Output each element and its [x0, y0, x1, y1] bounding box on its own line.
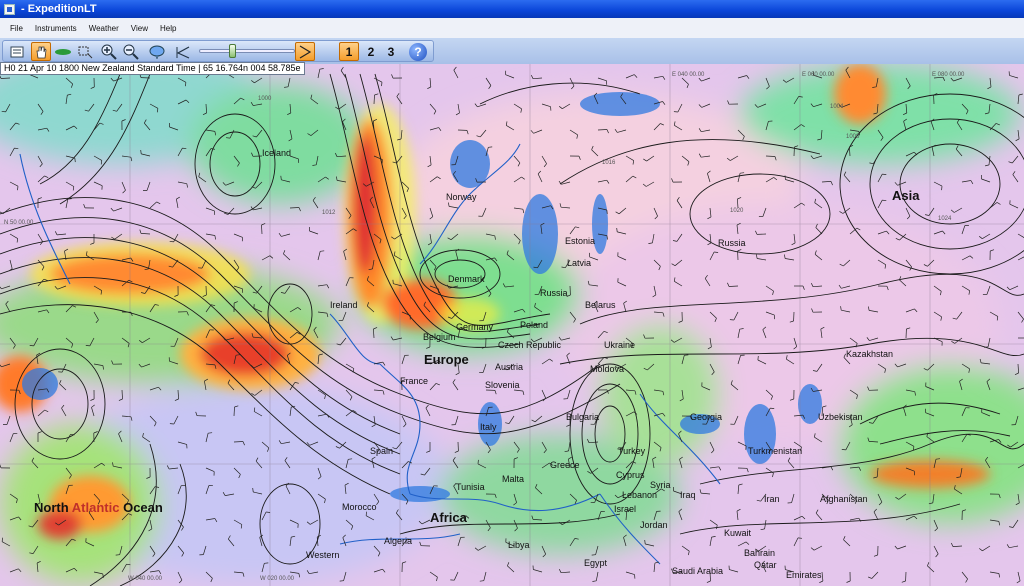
tab-3[interactable]: 3: [381, 42, 401, 61]
ocean-label-part1: North: [34, 500, 72, 515]
place-western: Western: [306, 550, 340, 560]
place-kuwait: Kuwait: [724, 528, 752, 538]
help-icon[interactable]: ?: [409, 43, 427, 61]
menu-view[interactable]: View: [131, 24, 148, 33]
place-kazakhstan: Kazakhstan: [846, 349, 894, 359]
place-slovenia: Slovenia: [485, 380, 520, 390]
isobar-label: 1024: [938, 216, 952, 222]
place-russia: Russia: [718, 238, 746, 248]
tab-1[interactable]: 1: [339, 42, 359, 61]
isobar-label: 1012: [322, 210, 336, 216]
zoom-out-icon[interactable]: [121, 42, 141, 61]
place-italy: Italy: [480, 422, 497, 432]
place-iceland: Iceland: [262, 148, 292, 158]
place-israel: Israel: [614, 504, 637, 514]
isobar-label: 1016: [602, 160, 616, 166]
zoom-in-icon[interactable]: [99, 42, 119, 61]
isobar-label: 1000: [258, 96, 272, 102]
place-iran: Iran: [764, 494, 780, 504]
place-denmark: Denmark: [448, 274, 485, 284]
place-turkey: Turkey: [618, 446, 646, 456]
grid-label-e60: E 060 00.00: [802, 72, 835, 78]
time-slider-track[interactable]: [199, 49, 295, 53]
place-qatar: Qatar: [754, 560, 777, 570]
place-cyprus: Cyprus: [616, 470, 645, 480]
place-emirates: Emirates: [786, 570, 822, 580]
hand-icon[interactable]: [31, 42, 51, 61]
title-bar: - ExpeditionLT: [0, 0, 1024, 18]
place-austria: Austria: [495, 362, 524, 372]
app-icon: [4, 3, 15, 15]
cloud-icon[interactable]: [147, 42, 167, 61]
place-norway: Norway: [446, 192, 477, 202]
place-afghanistan: Afghanistan: [820, 494, 868, 504]
place-egypt: Egypt: [584, 558, 608, 568]
place-france: France: [400, 376, 429, 386]
grid-label-w40: W 040 00.00: [128, 576, 163, 582]
list-icon[interactable]: [7, 42, 27, 61]
place-saudi-arabia: Saudi Arabia: [672, 566, 724, 576]
place-morocco: Morocco: [342, 502, 377, 512]
menu-file[interactable]: File: [10, 24, 23, 33]
place-latvia: Latvia: [567, 258, 592, 268]
place-belgium: Belgium: [423, 332, 456, 342]
place-russia-west: Russia: [540, 288, 568, 298]
place-estonia: Estonia: [565, 236, 596, 246]
menu-weather[interactable]: Weather: [89, 24, 119, 33]
place-greece: Greece: [550, 460, 580, 470]
boat-icon[interactable]: [53, 42, 73, 61]
place-lebanon: Lebanon: [622, 490, 658, 500]
place-tunisia: Tunisia: [456, 482, 485, 492]
menu-help[interactable]: Help: [160, 24, 176, 33]
isobar-label: 1008: [846, 134, 860, 140]
place-belarus: Belarus: [585, 300, 616, 310]
tool-strip: 1 2 3 ?: [2, 40, 434, 62]
place-iraq: Iraq: [680, 490, 696, 500]
place-poland: Poland: [520, 320, 549, 330]
play-icon[interactable]: [295, 42, 315, 61]
app-window: - ExpeditionLT File Instruments Weather …: [0, 0, 1024, 586]
ocean-label-part2: Atlantic: [71, 500, 120, 515]
time-slider-thumb[interactable]: [229, 44, 236, 58]
rectangle-select-icon[interactable]: [75, 42, 95, 61]
place-malta: Malta: [502, 474, 525, 484]
ocean-label-part3: Ocean: [119, 500, 163, 515]
place-turkmenistan: Turkmenistan: [748, 446, 803, 456]
place-libya: Libya: [508, 540, 530, 550]
place-germany: Germany: [456, 322, 494, 332]
place-czech-republic: Czech Republic: [498, 340, 562, 350]
place-georgia: Georgia: [690, 412, 723, 422]
step-back-icon[interactable]: [173, 42, 193, 61]
menu-bar: File Instruments Weather View Help: [0, 18, 1024, 38]
toolbar: 1 2 3 ?: [0, 38, 1024, 64]
place-bahrain: Bahrain: [744, 548, 776, 558]
grid-label-w20: W 020 00.00: [260, 576, 295, 582]
ocean-label: North Atlantic Ocean: [34, 500, 163, 515]
isobar-label: 1020: [730, 208, 744, 214]
place-syria: Syria: [650, 480, 671, 490]
place-ireland: Ireland: [330, 300, 358, 310]
region-africa: Africa: [430, 510, 467, 525]
grid-label-e40: E 040 00.00: [672, 72, 705, 78]
menu-instruments[interactable]: Instruments: [35, 24, 77, 33]
region-asia: Asia: [892, 188, 920, 203]
isobar-label: 1004: [830, 104, 844, 110]
tab-2[interactable]: 2: [361, 42, 381, 61]
place-algeria: Algeria: [384, 536, 413, 546]
place-jordan: Jordan: [640, 520, 668, 530]
window-title: - ExpeditionLT: [21, 3, 97, 15]
status-readout: H0 21 Apr 10 1800 New Zealand Standard T…: [0, 62, 305, 75]
weather-map[interactable]: Norway Estonia Latvia Russia Denmark Bel…: [0, 64, 1024, 586]
place-ukraine: Ukraine: [604, 340, 636, 350]
place-uzbekistan: Uzbekistan: [818, 412, 863, 422]
grid-label-lat50: N 50 00.00: [4, 220, 34, 226]
region-europe: Europe: [424, 352, 469, 367]
grid-label-e80: E 080 00.00: [932, 72, 965, 78]
place-spain: Spain: [370, 446, 394, 456]
place-bulgaria: Bulgaria: [566, 412, 600, 422]
place-moldova: Moldova: [590, 364, 625, 374]
